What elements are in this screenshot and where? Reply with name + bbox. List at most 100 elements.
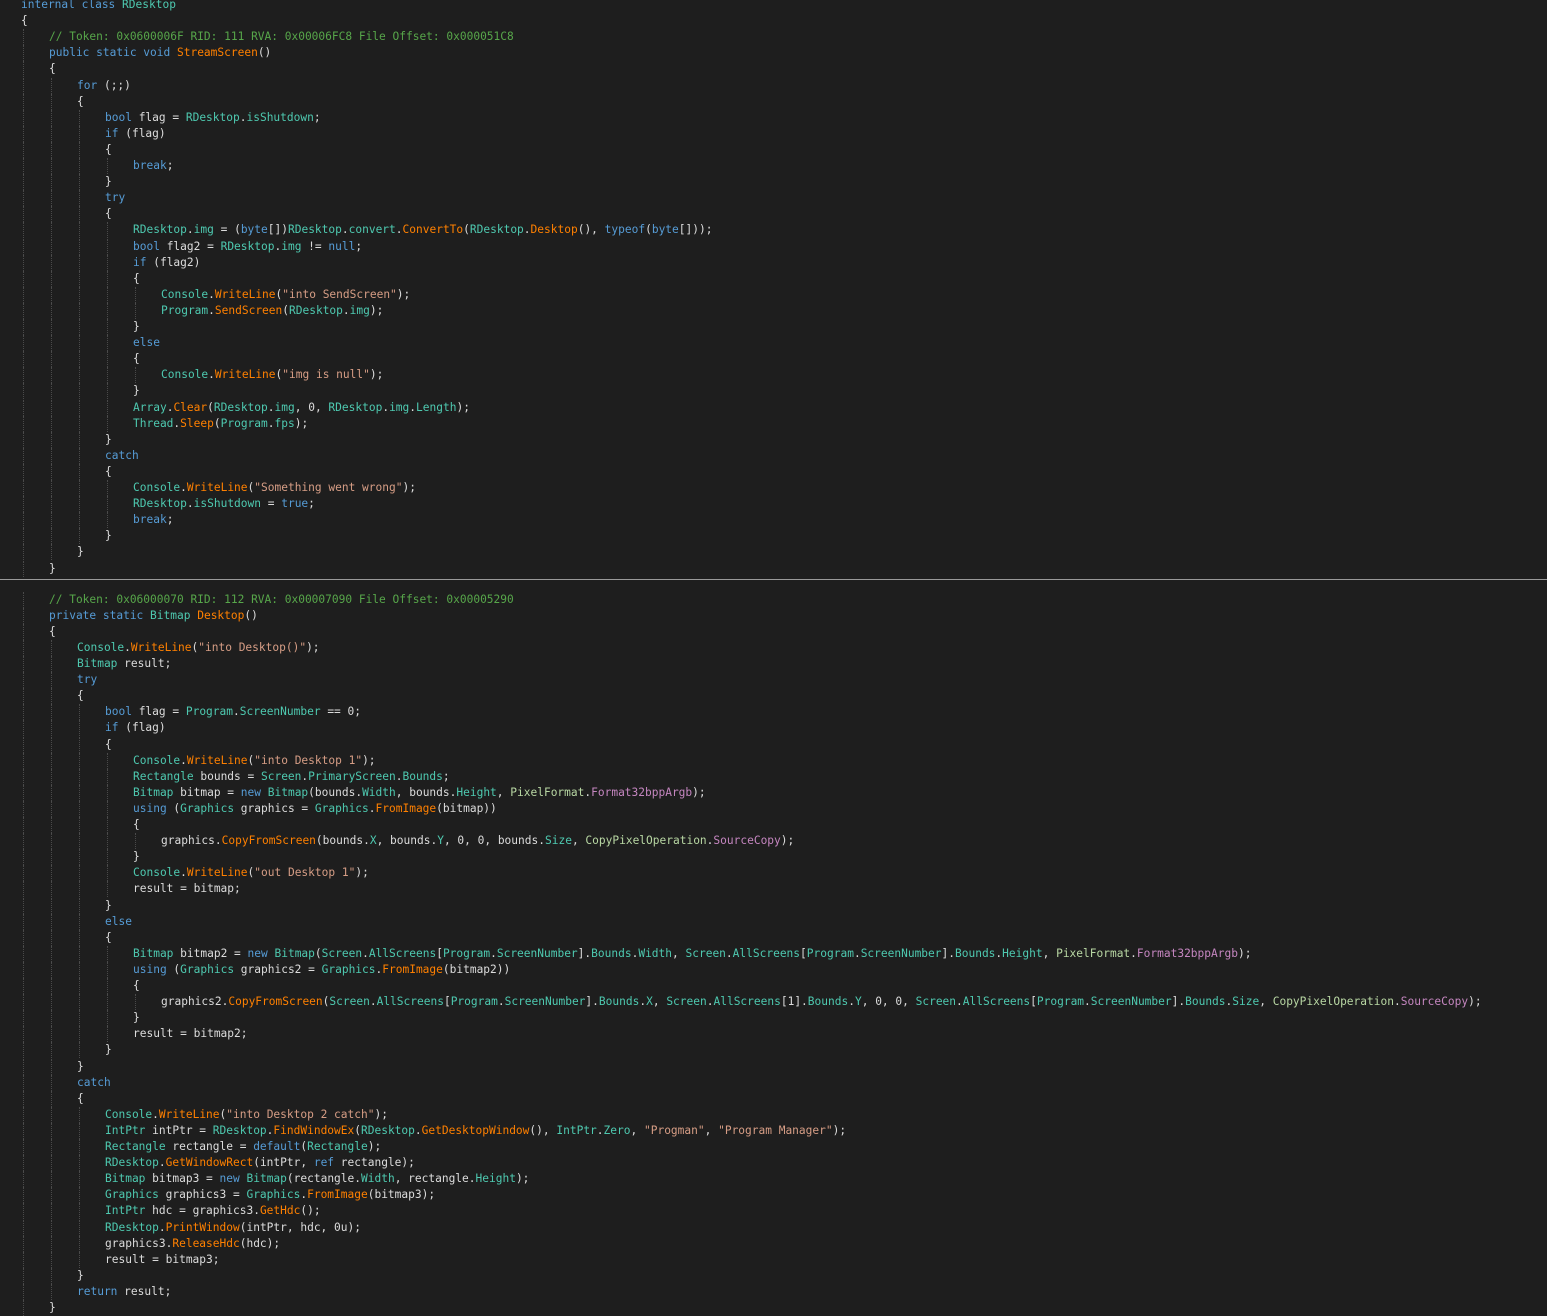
- indent-guide: [23, 125, 24, 142]
- code-line[interactable]: {: [0, 817, 1547, 833]
- code-line[interactable]: public static void StreamScreen(): [0, 45, 1547, 62]
- code-line[interactable]: RDesktop.PrintWindow(intPtr, hdc, 0u);: [0, 1219, 1547, 1236]
- code-token: Screen: [260, 769, 302, 783]
- code-line[interactable]: using (Graphics graphics2 = Graphics.Fro…: [0, 961, 1547, 978]
- code-line[interactable]: {: [0, 93, 1547, 110]
- code-line[interactable]: {: [0, 978, 1547, 994]
- code-line[interactable]: bool flag = Program.ScreenNumber == 0;: [0, 704, 1547, 721]
- code-line[interactable]: }: [0, 897, 1547, 914]
- indent-guide: [107, 399, 108, 416]
- code-token: {: [133, 979, 140, 992]
- code-line[interactable]: Console.WriteLine("into Desktop 2 catch"…: [0, 1106, 1547, 1123]
- code-line[interactable]: }: [0, 849, 1547, 866]
- code-token: SendScreen: [214, 303, 283, 317]
- code-line[interactable]: if (flag): [0, 720, 1547, 737]
- code-line[interactable]: {: [0, 61, 1547, 78]
- code-line[interactable]: Rectangle rectangle = default(Rectangle)…: [0, 1139, 1547, 1155]
- code-line[interactable]: RDesktop.GetWindowRect(intPtr, ref recta…: [0, 1155, 1547, 1172]
- code-line[interactable]: }: [0, 431, 1547, 448]
- code-line[interactable]: if (flag): [0, 125, 1547, 142]
- code-line[interactable]: Array.Clear(RDesktop.img, 0, RDesktop.im…: [0, 399, 1547, 416]
- code-line[interactable]: {: [0, 463, 1547, 480]
- code-line[interactable]: {: [0, 206, 1547, 223]
- code-line[interactable]: IntPtr intPtr = RDesktop.FindWindowEx(RD…: [0, 1122, 1547, 1139]
- code-line[interactable]: {: [0, 13, 1547, 29]
- code-line[interactable]: }: [0, 544, 1547, 561]
- code-line[interactable]: {: [0, 736, 1547, 753]
- code-line[interactable]: IntPtr hdc = graphics3.GetHdc();: [0, 1203, 1547, 1220]
- code-line[interactable]: Bitmap bitmap2 = new Bitmap(Screen.AllSc…: [0, 945, 1547, 962]
- code-token: else: [105, 914, 132, 928]
- code-line[interactable]: using (Graphics graphics = Graphics.From…: [0, 800, 1547, 817]
- code-line[interactable]: Rectangle bounds = Screen.PrimaryScreen.…: [0, 768, 1547, 785]
- code-editor[interactable]: internal class RDesktop{// Token: 0x0600…: [0, 0, 1547, 1316]
- code-line[interactable]: }: [0, 174, 1547, 191]
- code-line[interactable]: }: [0, 1300, 1547, 1316]
- code-line[interactable]: }: [0, 560, 1547, 577]
- code-line[interactable]: // Token: 0x06000070 RID: 112 RVA: 0x000…: [0, 591, 1547, 608]
- code-line[interactable]: Graphics graphics3 = Graphics.FromImage(…: [0, 1187, 1547, 1204]
- code-line[interactable]: RDesktop.isShutdown = true;: [0, 496, 1547, 513]
- code-line[interactable]: graphics2.CopyFromScreen(Screen.AllScree…: [0, 994, 1547, 1011]
- code-text: result = bitmap3;: [105, 1252, 220, 1268]
- code-line[interactable]: result = bitmap;: [0, 881, 1547, 898]
- code-line[interactable]: Bitmap bitmap3 = new Bitmap(rectangle.Wi…: [0, 1171, 1547, 1188]
- code-token: new: [247, 946, 268, 960]
- code-line[interactable]: graphics.CopyFromScreen(bounds.X, bounds…: [0, 833, 1547, 850]
- code-line[interactable]: try: [0, 190, 1547, 207]
- code-text: internal class RDesktop: [21, 0, 176, 13]
- code-line[interactable]: for (;;): [0, 77, 1547, 94]
- code-line[interactable]: {: [0, 623, 1547, 640]
- code-line[interactable]: graphics3.ReleaseHdc(hdc);: [0, 1235, 1547, 1252]
- code-text: }: [77, 1059, 84, 1075]
- code-line[interactable]: }: [0, 1042, 1547, 1059]
- code-line[interactable]: {: [0, 270, 1547, 287]
- code-line[interactable]: catch: [0, 1074, 1547, 1091]
- code-line[interactable]: Console.WriteLine("into SendScreen");: [0, 286, 1547, 303]
- code-line[interactable]: // Token: 0x0600006F RID: 111 RVA: 0x000…: [0, 29, 1547, 46]
- code-line[interactable]: else: [0, 335, 1547, 352]
- code-token: {: [49, 624, 56, 638]
- code-line[interactable]: private static Bitmap Desktop(): [0, 607, 1547, 624]
- code-line[interactable]: {: [0, 688, 1547, 705]
- code-line[interactable]: {: [0, 351, 1547, 368]
- code-line[interactable]: }: [0, 1267, 1547, 1284]
- code-line[interactable]: bool flag = RDesktop.isShutdown;: [0, 109, 1547, 126]
- code-token: = (: [213, 223, 241, 237]
- code-line[interactable]: Program.SendScreen(RDesktop.img);: [0, 302, 1547, 319]
- code-line[interactable]: return result;: [0, 1283, 1547, 1300]
- code-token: .: [233, 705, 240, 719]
- code-line[interactable]: internal class RDesktop: [0, 0, 1547, 13]
- code-line[interactable]: catch: [0, 447, 1547, 464]
- code-line[interactable]: if (flag2): [0, 254, 1547, 271]
- code-line[interactable]: else: [0, 913, 1547, 930]
- code-text: graphics.CopyFromScreen(bounds.X, bounds…: [161, 833, 794, 849]
- code-line[interactable]: Console.WriteLine("into Desktop 1");: [0, 752, 1547, 769]
- code-line[interactable]: Bitmap result;: [0, 656, 1547, 672]
- code-line[interactable]: }: [0, 528, 1547, 545]
- code-line[interactable]: Console.WriteLine("img is null");: [0, 367, 1547, 384]
- code-token: StreamScreen: [176, 46, 258, 60]
- code-line[interactable]: {: [0, 141, 1547, 158]
- code-line[interactable]: Console.WriteLine("into Desktop()");: [0, 639, 1547, 656]
- code-line[interactable]: {: [0, 1090, 1547, 1107]
- code-token: Rectangle: [307, 1140, 368, 1153]
- code-line[interactable]: Console.WriteLine("out Desktop 1");: [0, 865, 1547, 882]
- code-text: {: [133, 271, 140, 287]
- code-line[interactable]: bool flag2 = RDesktop.img != null;: [0, 238, 1547, 255]
- code-line[interactable]: }: [0, 1010, 1547, 1027]
- code-token: .: [267, 416, 275, 430]
- code-line[interactable]: }: [0, 319, 1547, 335]
- code-line[interactable]: result = bitmap3;: [0, 1251, 1547, 1268]
- code-line[interactable]: Thread.Sleep(Program.fps);: [0, 415, 1547, 432]
- code-line[interactable]: result = bitmap2;: [0, 1026, 1547, 1043]
- code-line[interactable]: break;: [0, 512, 1547, 529]
- code-line[interactable]: Bitmap bitmap = new Bitmap(bounds.Width,…: [0, 784, 1547, 801]
- code-line[interactable]: }: [0, 1058, 1547, 1075]
- code-line[interactable]: break;: [0, 158, 1547, 174]
- code-line[interactable]: {: [0, 929, 1547, 946]
- code-line[interactable]: RDesktop.img = (byte[])RDesktop.convert.…: [0, 222, 1547, 239]
- code-line[interactable]: }: [0, 383, 1547, 400]
- code-line[interactable]: try: [0, 672, 1547, 689]
- code-line[interactable]: Console.WriteLine("Something went wrong"…: [0, 480, 1547, 496]
